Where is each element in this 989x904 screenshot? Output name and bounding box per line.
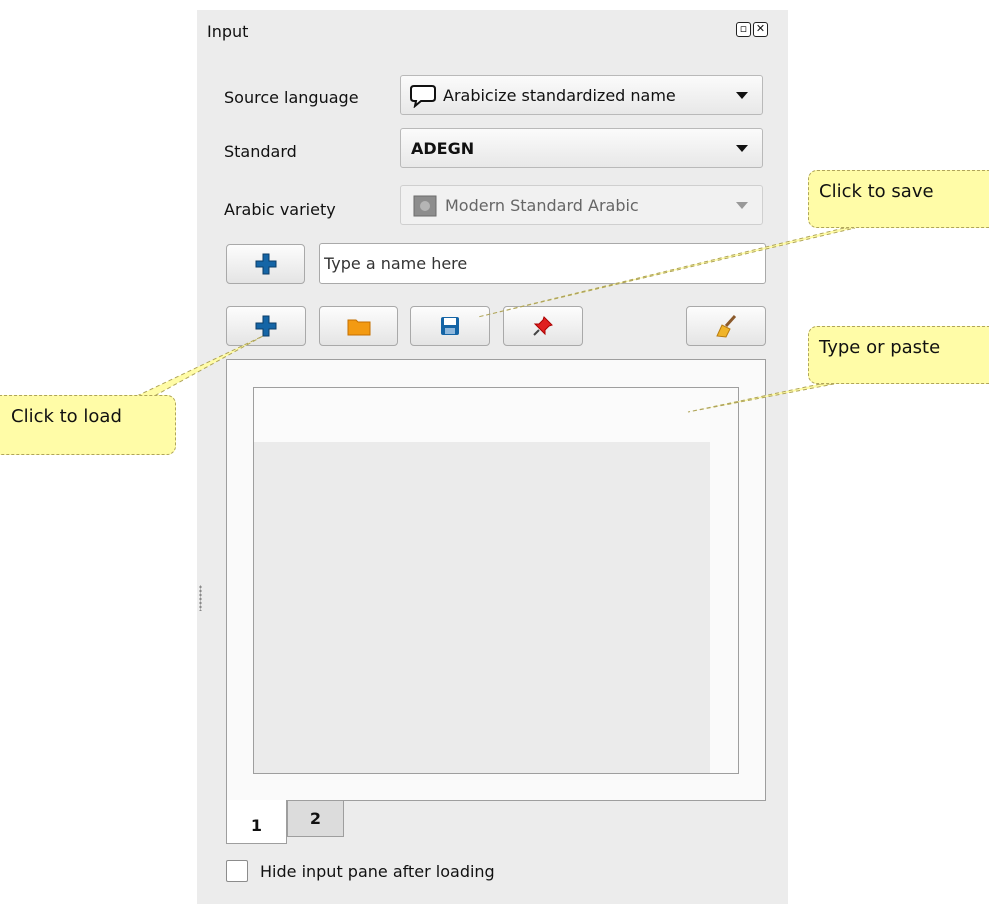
speech-bubble-icon: [410, 85, 436, 108]
tab-1-label: 1: [250, 816, 263, 835]
vertical-scrollbar[interactable]: [710, 388, 738, 773]
standard-label: Standard: [224, 142, 297, 161]
arabic-variety-value: Modern Standard Arabic: [445, 196, 639, 215]
load-callout: Click to load: [0, 395, 176, 455]
splitter-handle[interactable]: [199, 585, 202, 611]
tab-2-label: 2: [309, 809, 322, 828]
save-callout: Click to save: [808, 170, 989, 228]
current-line-highlight: [254, 388, 738, 442]
arabic-variety-dropdown[interactable]: Modern Standard Arabic: [400, 185, 763, 225]
add-name-button[interactable]: [226, 244, 305, 284]
standard-value: ADEGN: [411, 139, 475, 158]
save-callout-text: Click to save: [819, 181, 934, 202]
name-input[interactable]: [319, 243, 766, 284]
float-icon[interactable]: ▫: [736, 22, 751, 37]
load-callout-text: Click to load: [11, 406, 122, 427]
clear-button[interactable]: [686, 306, 766, 346]
input-dock-panel: Input ▫ ✕ Source language Arabicize stan…: [197, 10, 788, 904]
tab-1[interactable]: 1: [226, 800, 287, 844]
broom-icon: [716, 314, 737, 338]
open-button[interactable]: [319, 306, 398, 346]
plus-icon: [255, 253, 276, 275]
source-language-label: Source language: [224, 88, 359, 107]
paste-callout: Type or paste: [808, 326, 989, 384]
save-icon: [441, 317, 459, 335]
gray-square-icon: [413, 195, 437, 217]
input-text-area[interactable]: [253, 387, 739, 774]
tab-2[interactable]: 2: [287, 800, 344, 837]
tab-pane: [226, 359, 766, 801]
hide-pane-checkbox[interactable]: [226, 860, 248, 882]
chevron-down-icon: [736, 145, 748, 152]
load-button[interactable]: [226, 306, 306, 346]
folder-icon: [347, 319, 370, 336]
chevron-down-icon: [736, 92, 748, 99]
chevron-down-icon: [736, 202, 748, 209]
hide-pane-label: Hide input pane after loading: [260, 862, 495, 881]
panel-title: Input: [207, 22, 249, 41]
arabic-variety-label: Arabic variety: [224, 200, 336, 219]
source-language-dropdown[interactable]: Arabicize standardized name: [400, 75, 763, 115]
plus-icon: [255, 315, 277, 337]
close-icon[interactable]: ✕: [753, 22, 768, 37]
paste-callout-text: Type or paste: [819, 337, 941, 358]
pin-button[interactable]: [503, 306, 583, 346]
pin-icon: [533, 316, 553, 336]
standard-dropdown[interactable]: ADEGN: [400, 128, 763, 168]
save-button[interactable]: [410, 306, 490, 346]
source-language-value: Arabicize standardized name: [443, 86, 676, 105]
